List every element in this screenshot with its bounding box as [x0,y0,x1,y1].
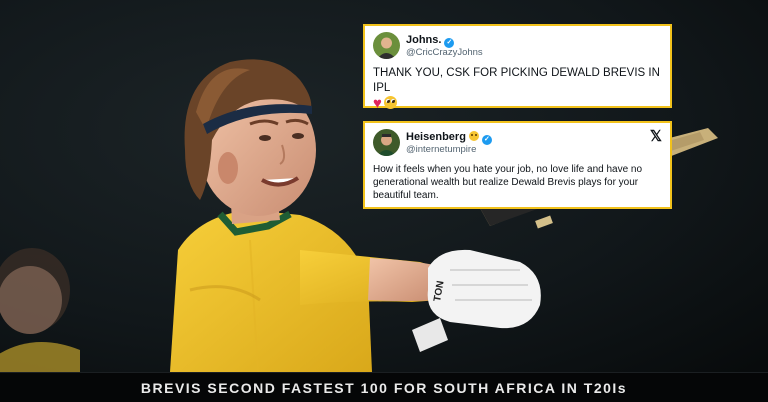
avatar[interactable] [373,129,400,156]
pleading-face-icon [383,96,397,109]
tweet-card-johns[interactable]: Johns. ✓ @CricCrazyJohns THANK YOU, CSK F… [363,24,672,111]
tweet-text: THANK YOU, CSK FOR PICKING DEWALD BREVIS… [373,67,660,94]
avatar-image [373,32,400,59]
avatar-image [373,129,400,156]
handle[interactable]: @CricCrazyJohns [406,47,483,58]
headline-caption: BREVIS SECOND FASTEST 100 FOR SOUTH AFRI… [140,379,628,396]
display-name-line: Heisenberg ✓ [406,131,492,145]
verified-badge-icon: ✓ [481,135,492,145]
tweet-body: THANK YOU, CSK FOR PICKING DEWALD BREVIS… [373,66,665,112]
tweet-text: How it feels when you hate your job, no … [373,164,643,201]
caption-bar: BREVIS SECOND FASTEST 100 FOR SOUTH AFRI… [0,372,768,402]
handle[interactable]: @internetumpire [406,144,476,155]
emoji-face-icon [468,131,479,141]
display-name-line: Johns. ✓ [406,34,455,48]
red-heart-icon: ♥ [373,95,382,112]
display-name[interactable]: Johns. [406,34,441,46]
x-logo-icon[interactable]: 𝕏 [650,127,662,145]
tweet-card-heisenberg[interactable]: Heisenberg ✓ @internetumpire 𝕏 How it fee… [363,121,672,209]
avatar[interactable] [373,32,400,59]
display-name[interactable]: Heisenberg [406,131,466,143]
